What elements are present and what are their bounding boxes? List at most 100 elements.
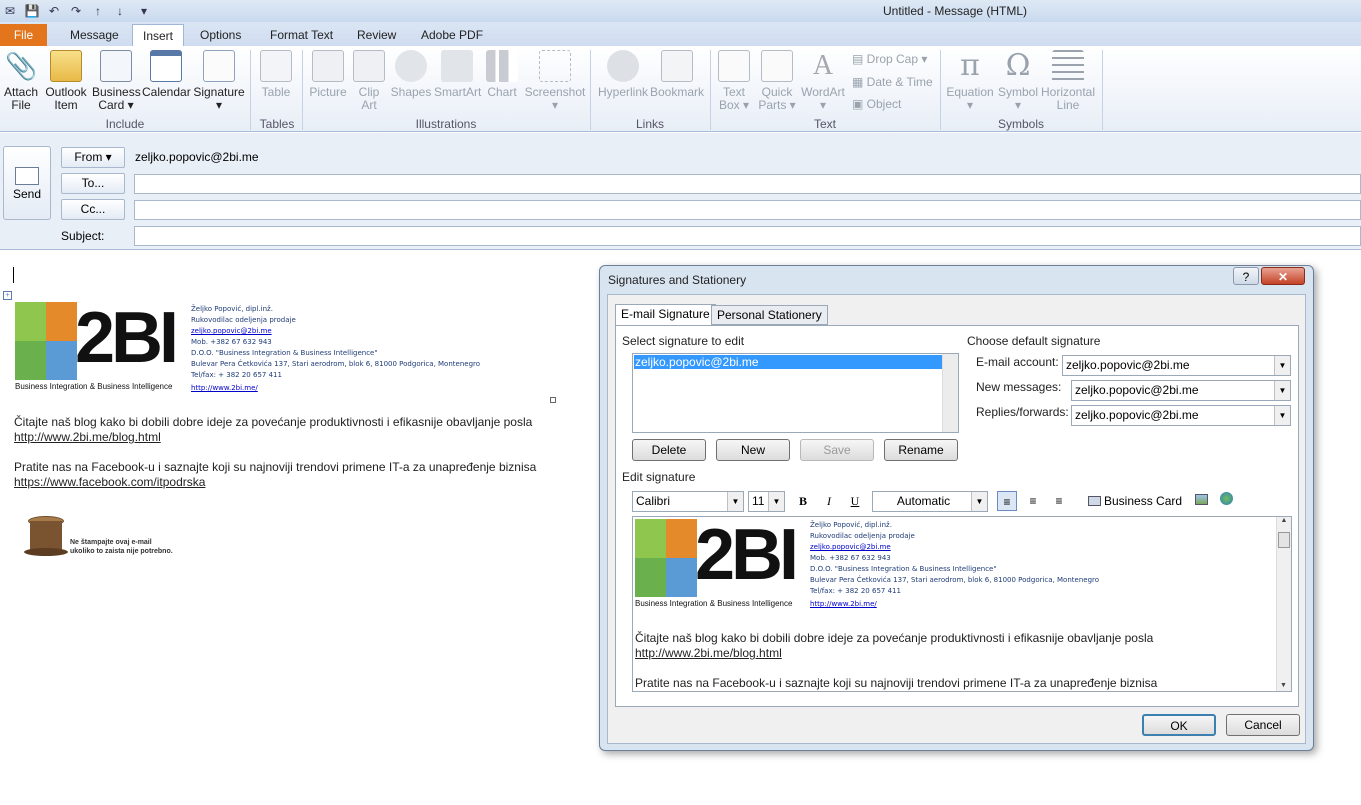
tab-review[interactable]: Review (347, 24, 406, 46)
shapes-icon (395, 50, 427, 82)
chart-button[interactable]: Chart (484, 50, 520, 99)
picture-button[interactable]: Picture (308, 50, 348, 99)
smartart-button[interactable]: SmartArt (434, 50, 481, 99)
editor-blog-link[interactable]: http://www.2bi.me/blog.html (635, 646, 782, 660)
tab-file[interactable]: File (0, 24, 47, 46)
edit-signature-label: Edit signature (622, 470, 696, 484)
align-right-icon[interactable]: ≡ (1049, 491, 1069, 511)
editor-email-link[interactable]: zeljko.popovic@2bi.me (810, 542, 1099, 553)
ribbon-tabs: File Message Insert Options Format Text … (0, 22, 1361, 46)
underline-button[interactable]: U (845, 491, 865, 511)
down-arrow-icon[interactable]: ↓ (112, 3, 128, 19)
bold-button[interactable]: B (793, 491, 813, 511)
cc-field[interactable] (134, 200, 1361, 220)
replies-forwards-select[interactable]: zeljko.popovic@2bi.me ▼ (1071, 405, 1291, 426)
signature-pen-icon (203, 50, 235, 82)
tab-email-signature[interactable]: E-mail Signature (615, 304, 716, 326)
group-symbols-label: Symbols (997, 117, 1044, 131)
signature-list[interactable]: zeljko.popovic@2bi.me (632, 353, 959, 433)
new-messages-select[interactable]: zeljko.popovic@2bi.me ▼ (1071, 380, 1291, 401)
font-color-select[interactable]: Automatic ▼ (872, 491, 988, 512)
editor-website-link[interactable]: http://www.2bi.me/ (810, 599, 1099, 610)
to-field[interactable] (134, 174, 1361, 194)
editor-scrollbar[interactable]: ▲ ▼ (1276, 517, 1291, 691)
horizontal-line-button[interactable]: Horizontal Line (1040, 50, 1096, 112)
save-button[interactable]: Save (800, 439, 874, 461)
calendar-icon (150, 50, 182, 82)
scroll-up-icon[interactable]: ▲ (1277, 517, 1291, 524)
table-move-handle-icon[interactable]: + (3, 291, 12, 300)
bookmark-button[interactable]: Bookmark (650, 50, 704, 99)
clip-art-button[interactable]: Clip Art (352, 50, 386, 112)
resize-handle[interactable] (550, 397, 556, 403)
screenshot-icon (539, 50, 571, 82)
business-card-button[interactable]: Business Card ▾ (92, 50, 141, 112)
paperclip-icon: 📎 (5, 51, 38, 81)
attach-file-button[interactable]: 📎 Attach File (2, 50, 40, 112)
chevron-down-icon: ▼ (768, 492, 784, 511)
ribbon: 📎 Attach File Outlook Item Business Card ▾ … (0, 46, 1361, 132)
align-center-icon[interactable]: ≡ (1023, 491, 1043, 511)
list-scrollbar[interactable] (942, 354, 958, 432)
tab-format-text[interactable]: Format Text (260, 24, 343, 46)
outlook-item-button[interactable]: Outlook Item (42, 50, 90, 112)
blog-link[interactable]: http://www.2bi.me/blog.html (14, 430, 161, 444)
hyperlink-button[interactable]: Hyperlink (596, 50, 650, 99)
date-time-icon: ▦ (852, 75, 867, 89)
help-button[interactable]: ? (1233, 267, 1259, 285)
symbol-button[interactable]: Ω Symbol ▾ (996, 50, 1040, 112)
email-account-select[interactable]: zeljko.popovic@2bi.me ▼ (1062, 355, 1291, 376)
delete-button[interactable]: Delete (632, 439, 706, 461)
cc-button[interactable]: Cc... (61, 199, 125, 220)
rename-button[interactable]: Rename (884, 439, 958, 461)
quick-parts-button[interactable]: Quick Parts ▾ (756, 50, 798, 112)
italic-button[interactable]: I (819, 491, 839, 511)
facebook-link[interactable]: https://www.facebook.com/itpodrska (14, 475, 205, 489)
date-time-button[interactable]: ▦ Date & Time (852, 75, 933, 89)
cancel-button[interactable]: Cancel (1226, 714, 1300, 736)
signature-list-item[interactable]: zeljko.popovic@2bi.me (634, 355, 942, 369)
wordart-button[interactable]: A WordArt ▾ (800, 50, 846, 112)
customize-toolbar-icon[interactable]: ▾ (136, 3, 152, 19)
undo-icon[interactable]: ↶ (46, 3, 62, 19)
signature-button[interactable]: Signature ▾ (192, 50, 246, 112)
signature-editor[interactable]: 2BI Business Integration & Business Inte… (632, 516, 1292, 692)
text-box-button[interactable]: Text Box ▾ (716, 50, 752, 112)
calendar-button[interactable]: Calendar (142, 50, 191, 99)
new-button[interactable]: New (716, 439, 790, 461)
redo-icon[interactable]: ↷ (68, 3, 84, 19)
business-card-insert-button[interactable]: Business Card (1088, 491, 1182, 511)
hyperlink-icon[interactable] (1216, 491, 1236, 511)
drop-cap-button[interactable]: ▤ Drop Cap ▾ (852, 52, 927, 66)
send-button[interactable]: Send (3, 146, 51, 220)
insert-picture-icon[interactable] (1191, 491, 1211, 511)
align-left-icon[interactable]: ≡ (997, 491, 1017, 511)
save-icon[interactable]: 💾 (24, 3, 40, 19)
ok-button[interactable]: OK (1142, 714, 1216, 736)
font-select[interactable]: Calibri ▼ (632, 491, 744, 512)
tab-adobe-pdf[interactable]: Adobe PDF (411, 24, 493, 46)
up-arrow-icon[interactable]: ↑ (90, 3, 106, 19)
subject-field[interactable] (134, 226, 1361, 246)
equation-button[interactable]: π Equation ▾ (944, 50, 996, 112)
signature-website-link[interactable]: http://www.2bi.me/ (191, 383, 480, 394)
tab-personal-stationery[interactable]: Personal Stationery (711, 305, 828, 325)
signature-logo: 2BI Business Integration & Business Inte… (15, 298, 179, 391)
ribbon-separator (1102, 50, 1103, 130)
to-button[interactable]: To... (61, 173, 125, 194)
tab-insert[interactable]: Insert (132, 24, 185, 46)
object-icon: ▣ (852, 97, 867, 111)
object-button[interactable]: ▣ Object (852, 97, 901, 111)
title-bar: ✉ 💾 ↶ ↷ ↑ ↓ ▾ Untitled - Message (HTML) (0, 0, 1361, 22)
from-button[interactable]: From ▾ (61, 147, 125, 168)
tab-message[interactable]: Message (60, 24, 129, 46)
shapes-button[interactable]: Shapes (390, 50, 432, 99)
scroll-down-icon[interactable]: ▼ (1277, 682, 1290, 689)
signature-email-link[interactable]: zeljko.popovic@2bi.me (191, 326, 480, 337)
dialog-close-button[interactable]: ✕ (1261, 267, 1305, 285)
screenshot-button[interactable]: Screenshot ▾ (524, 50, 586, 112)
table-button[interactable]: Table (256, 50, 296, 99)
scroll-thumb[interactable] (1278, 532, 1290, 548)
font-size-select[interactable]: 11 ▼ (748, 491, 785, 512)
tab-options[interactable]: Options (190, 24, 251, 46)
